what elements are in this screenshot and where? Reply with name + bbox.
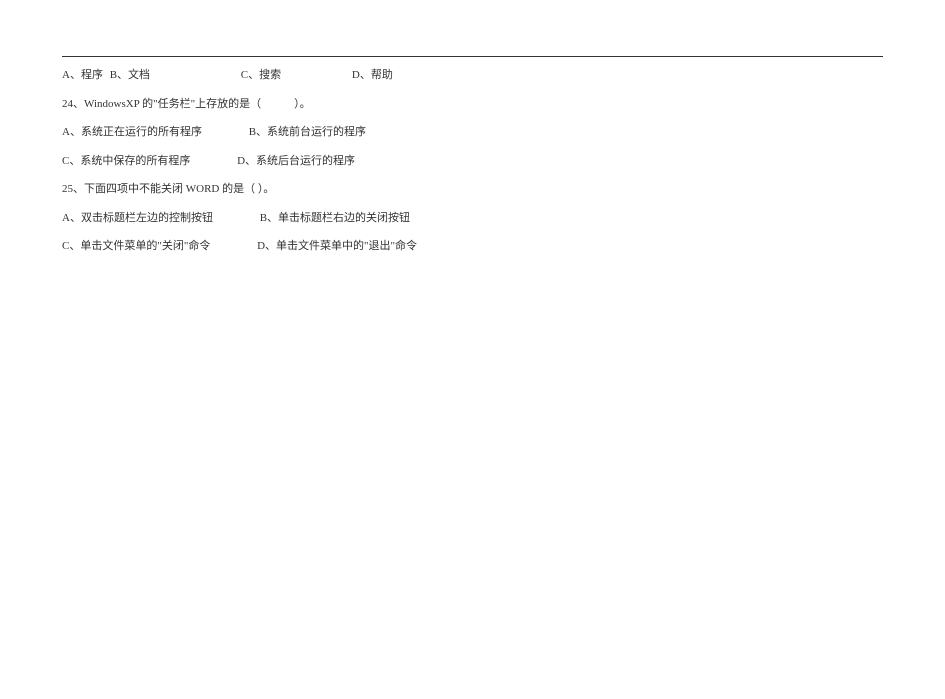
q23-options-line: A、程序 B、文档 C、搜索 D、帮助: [62, 67, 883, 84]
q24-options-ab: A、系统正在运行的所有程序 B、系统前台运行的程序: [62, 124, 883, 141]
q24-stem: 24、WindowsXP 的"任务栏"上存放的是（ ）。: [62, 96, 883, 113]
q23-option-c: C、搜索: [241, 67, 281, 84]
q24-option-a: A、系统正在运行的所有程序: [62, 124, 202, 141]
q25-options-ab: A、双击标题栏左边的控制按钮 B、单击标题栏右边的关闭按钮: [62, 210, 883, 227]
q25-option-a: A、双击标题栏左边的控制按钮: [62, 210, 213, 227]
q25-option-b: B、单击标题栏右边的关闭按钮: [260, 210, 410, 227]
q23-option-d: D、帮助: [352, 67, 393, 84]
q25-option-d: D、单击文件菜单中的"退出"命令: [257, 238, 417, 255]
top-divider: [62, 56, 883, 57]
q24-options-cd: C、系统中保存的所有程序 D、系统后台运行的程序: [62, 153, 883, 170]
q24-option-b: B、系统前台运行的程序: [249, 124, 366, 141]
q24-option-c: C、系统中保存的所有程序: [62, 153, 190, 170]
q23-option-a: A、程序: [62, 67, 103, 84]
q25-stem: 25、下面四项中不能关闭 WORD 的是（ ）。: [62, 181, 883, 198]
q23-option-b: B、文档: [110, 67, 150, 84]
q24-option-d: D、系统后台运行的程序: [237, 153, 355, 170]
q25-options-cd: C、单击文件菜单的"关闭"命令 D、单击文件菜单中的"退出"命令: [62, 238, 883, 255]
q25-option-c: C、单击文件菜单的"关闭"命令: [62, 238, 210, 255]
